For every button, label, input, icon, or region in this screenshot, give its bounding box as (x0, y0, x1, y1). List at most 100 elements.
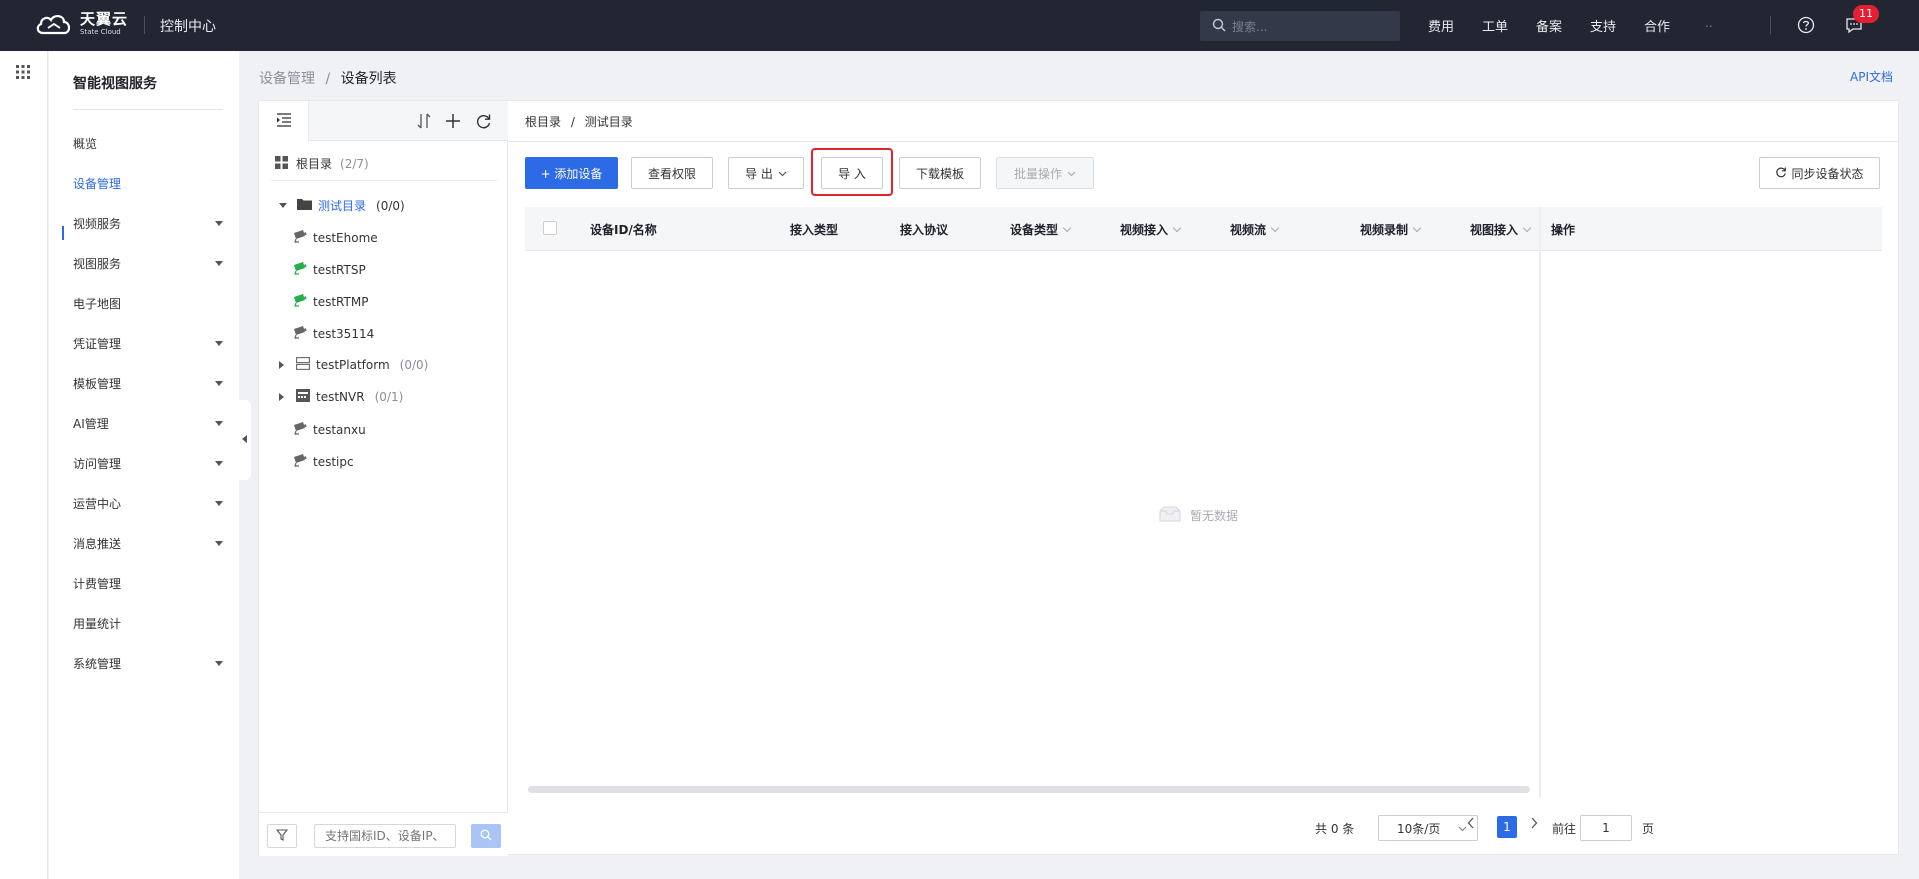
col-view-access[interactable]: 视图接入 (1470, 221, 1532, 238)
export-button[interactable]: 导 出 (728, 157, 804, 189)
col-label: 接入类型 (790, 223, 839, 237)
refresh-icon[interactable] (475, 112, 492, 133)
menu-item-messages[interactable]: 消息推送 (73, 533, 223, 553)
console-title[interactable]: 控制中心 (160, 16, 216, 36)
api-doc-link[interactable]: API文档 (1850, 68, 1893, 85)
tree-node-label: testRTMP (313, 294, 369, 309)
col-actions: 操作 (1551, 221, 1575, 238)
tree-search-input[interactable] (314, 824, 456, 848)
logo[interactable]: 天翼云 State Cloud (34, 12, 128, 36)
add-device-button[interactable]: + 添加设备 (525, 157, 618, 189)
tree-node-camera[interactable]: testRTMP (293, 293, 368, 310)
breadcrumb-current: 设备列表 (340, 71, 397, 87)
menu-item-label: 消息推送 (73, 536, 122, 551)
col-video-recording[interactable]: 视频录制 (1360, 221, 1422, 238)
goto-page-input[interactable]: 1 (1580, 815, 1632, 841)
directory-breadcrumb-root[interactable]: 根目录 (525, 115, 561, 129)
tree-node-camera[interactable]: testipc (293, 453, 354, 470)
table-header: 设备ID/名称 接入类型 接入协议 设备类型 视频接入 视频流 视频录制 视图接… (525, 207, 1882, 251)
tree-node-camera[interactable]: testEhome (293, 229, 378, 246)
menu-item-label: 系统管理 (73, 656, 122, 671)
nav-partner[interactable]: 合作 (1644, 16, 1670, 35)
menu-item-operations[interactable]: 运营中心 (73, 493, 223, 513)
expand-right-icon[interactable] (279, 361, 284, 369)
menu-item-ai[interactable]: AI管理 (73, 413, 223, 433)
divider (144, 16, 145, 34)
tree-node-label: testPlatform (316, 358, 390, 372)
help-icon[interactable] (1797, 16, 1815, 37)
tree-node-nvr[interactable]: testNVR (0/1) (279, 389, 403, 405)
tree-node-folder[interactable]: 测试目录 (0/0) (279, 197, 405, 214)
menu-item-label: 凭证管理 (73, 336, 122, 351)
global-search-input[interactable]: 搜索... (1200, 11, 1400, 41)
indent-icon (276, 112, 292, 130)
next-page-icon[interactable] (1530, 817, 1538, 833)
tree-root[interactable]: 根目录 (2/7) (275, 155, 369, 172)
side-menu: 智能视图服务 概览 设备管理 视频服务 视图服务 电子地图 凭证管理 模板管理 … (49, 51, 239, 879)
nav-support[interactable]: 支持 (1590, 16, 1616, 35)
tree-node-count: (0/1) (374, 390, 404, 404)
expand-down-icon[interactable] (279, 203, 287, 208)
page-unit-label: 页 (1642, 822, 1655, 836)
apps-grid-icon[interactable] (16, 65, 30, 82)
empty-state: 暂无数据 (1158, 506, 1238, 525)
nav-filing[interactable]: 备案 (1536, 16, 1562, 35)
menu-item-device-management[interactable]: 设备管理 (73, 173, 223, 193)
sync-device-status-button[interactable]: 同步设备状态 (1759, 157, 1880, 189)
add-icon[interactable] (445, 112, 461, 133)
collapse-left-icon (242, 435, 247, 443)
directory-breadcrumb: 根目录 / 测试目录 (525, 113, 633, 130)
tree-node-platform[interactable]: testPlatform (0/0) (279, 357, 428, 373)
menu-item-credentials[interactable]: 凭证管理 (73, 333, 223, 353)
menu-item-view-service[interactable]: 视图服务 (73, 253, 223, 273)
download-template-button[interactable]: 下载模板 (899, 157, 981, 189)
menu-item-video-service[interactable]: 视频服务 (73, 213, 223, 233)
tree-node-camera[interactable]: testRTSP (293, 261, 366, 278)
camera-online-icon (293, 261, 307, 278)
horizontal-scrollbar[interactable] (528, 786, 1530, 793)
menu-item-system[interactable]: 系统管理 (73, 653, 223, 673)
tree-node-camera[interactable]: testanxu (293, 421, 366, 438)
filter-button[interactable] (267, 824, 297, 848)
batch-operation-button[interactable]: 批量操作 (996, 157, 1094, 189)
view-permission-button[interactable]: 查看权限 (631, 157, 713, 189)
menu-item-e-map[interactable]: 电子地图 (73, 293, 223, 313)
menu-item-label: 视图服务 (73, 256, 122, 271)
nav-ticket[interactable]: 工单 (1482, 16, 1508, 35)
nav-fee[interactable]: 费用 (1428, 16, 1454, 35)
account-menu[interactable]: .. (1705, 16, 1765, 34)
tree-node-count: (0/0) (399, 358, 429, 372)
col-device-type[interactable]: 设备类型 (1010, 221, 1072, 238)
menu-item-templates[interactable]: 模板管理 (73, 373, 223, 393)
tree-node-count: (0/0) (376, 198, 405, 213)
tree-node-camera[interactable]: test35114 (293, 325, 374, 342)
col-access-protocol: 接入协议 (900, 221, 948, 238)
col-video-stream[interactable]: 视频流 (1230, 221, 1280, 238)
tree-node-label: 测试目录 (318, 199, 367, 213)
search-icon (480, 829, 492, 844)
select-all-checkbox[interactable] (543, 221, 557, 235)
tree-node-label: test35114 (313, 326, 375, 341)
page-number-current[interactable]: 1 (1497, 816, 1517, 838)
col-label: 设备类型 (1010, 223, 1059, 237)
menu-item-access[interactable]: 访问管理 (73, 453, 223, 473)
menu-item-overview[interactable]: 概览 (73, 133, 223, 153)
prev-page-icon[interactable] (1467, 817, 1475, 833)
caret-down-icon (215, 420, 223, 426)
active-indicator (62, 226, 64, 240)
col-video-access[interactable]: 视频接入 (1120, 221, 1182, 238)
sidebar-collapse-handle[interactable] (239, 400, 251, 480)
col-label: 接入协议 (900, 223, 949, 237)
import-button[interactable]: 导 入 (821, 157, 883, 189)
expand-right-icon[interactable] (279, 393, 284, 401)
menu-item-billing[interactable]: 计费管理 (73, 573, 223, 593)
tree-toggle-button[interactable] (259, 101, 309, 141)
nvr-icon (296, 389, 310, 405)
empty-text: 暂无数据 (1190, 509, 1239, 523)
page-size-select[interactable]: 10条/页 (1378, 815, 1478, 841)
breadcrumb-parent[interactable]: 设备管理 (259, 71, 315, 87)
tree-search-button[interactable] (471, 824, 501, 848)
menu-item-usage[interactable]: 用量统计 (73, 613, 223, 633)
batch-operation-label: 批量操作 (1013, 166, 1062, 181)
sort-icon[interactable] (416, 112, 432, 133)
